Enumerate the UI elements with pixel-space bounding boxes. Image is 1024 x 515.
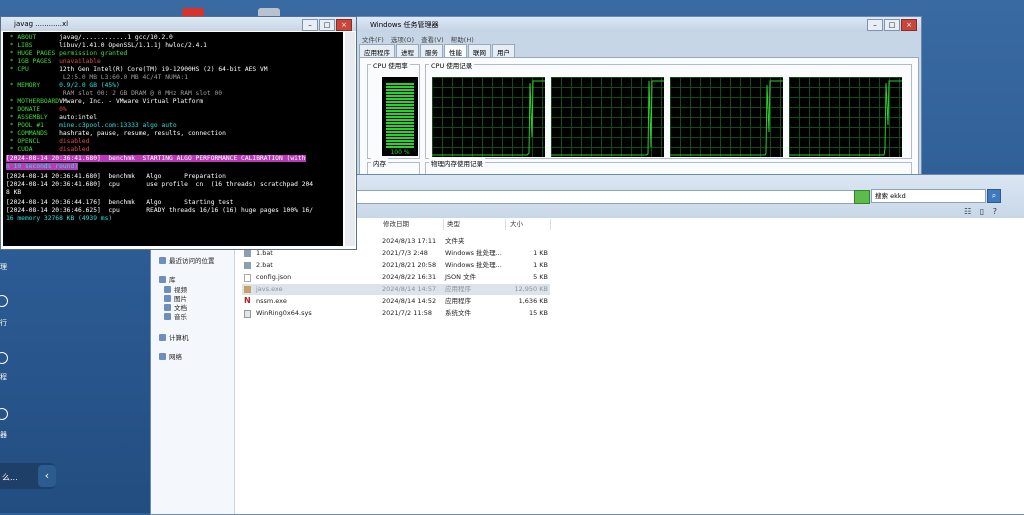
file-row[interactable]: WinRing0x64.sys 2021/7/2 11:58 系统文件 15 KB xyxy=(242,308,550,319)
nssm-icon: N xyxy=(244,296,251,305)
cpu-history-graph xyxy=(670,77,783,157)
file-row[interactable]: N nssm.exe 2024/8/14 14:52 应用程序 1,636 KB xyxy=(242,296,550,307)
task-manager-menu: 文件(F) 选项(O) 查看(V) 帮助(H) xyxy=(362,34,479,44)
menu-item-options[interactable]: 选项(O) xyxy=(391,36,414,44)
terminal-output[interactable]: * ABOUT javag/............1 gcc/10.2.0 *… xyxy=(3,32,343,246)
computer-icon xyxy=(159,334,166,341)
cpu-usage-group: CPU 使用率 100 % xyxy=(367,60,420,159)
batch-file-icon xyxy=(244,262,251,269)
side-circle-icon xyxy=(0,352,8,364)
task-manager-title: Windows 任务管理器 xyxy=(370,21,439,29)
menu-item-help[interactable]: 帮助(H) xyxy=(451,36,474,44)
terminal-title: javag ............xl xyxy=(14,20,69,28)
file-row[interactable]: config.json 2024/8/22 16:31 JSON 文件 5 KB xyxy=(242,272,550,283)
file-row[interactable]: 2.bat 2021/8/21 20:58 Windows 批处理... 1 KB xyxy=(242,260,550,271)
search-input[interactable]: 搜索 ekkd xyxy=(871,189,986,203)
network-icon xyxy=(159,353,166,360)
navigation-pane: 最近访问的位置 库 视频 图片 文档 音乐 计算机 网络 xyxy=(151,218,235,514)
nav-item-computer[interactable]: 计算机 xyxy=(159,332,189,342)
chevron-left-icon: ‹ xyxy=(38,465,56,487)
cpu-history-graph xyxy=(551,77,664,157)
view-tools: ☷ ▯ ? xyxy=(958,207,997,216)
terminal-scrollbar[interactable] xyxy=(345,32,355,246)
close-button[interactable]: × xyxy=(336,19,352,31)
column-header-type[interactable]: 类型 xyxy=(444,219,506,230)
library-icon xyxy=(159,276,166,283)
nav-item-music[interactable]: 音乐 xyxy=(164,311,187,321)
nav-item-libraries[interactable]: 库 xyxy=(159,274,176,284)
terminal-window: javag ............xl – □ × * ABOUT javag/.… xyxy=(0,16,357,250)
cpu-usage-label: CPU 使用率 xyxy=(371,60,410,70)
cpu-history-graph xyxy=(789,77,902,157)
side-label: 理 xyxy=(0,263,7,271)
system-file-icon xyxy=(244,310,251,318)
memory-label: 内存 xyxy=(371,158,388,168)
cpu-history-group: CPU 使用记录 xyxy=(425,60,912,159)
close-button[interactable]: × xyxy=(901,19,917,31)
cpu-usage-meter: 100 % xyxy=(382,77,418,156)
json-file-icon xyxy=(244,274,251,282)
video-icon xyxy=(164,286,171,293)
menu-item-file[interactable]: 文件(F) xyxy=(362,36,384,44)
minimize-button[interactable]: – xyxy=(867,19,883,31)
cpu-usage-fill xyxy=(386,82,414,148)
help-icon[interactable]: ? xyxy=(993,207,997,216)
picture-icon xyxy=(164,295,171,302)
preview-pane-icon[interactable]: ▯ xyxy=(980,207,984,216)
go-button[interactable] xyxy=(854,190,870,204)
document-icon xyxy=(164,304,171,311)
memory-history-label: 物理内存使用记录 xyxy=(429,158,485,168)
terminal-titlebar[interactable]: javag ............xl – □ × xyxy=(1,17,356,31)
cpu-usage-percent: 100 % xyxy=(390,149,410,156)
search-icon[interactable]: ⌕ xyxy=(987,189,1001,203)
performance-panel: CPU 使用率 100 % CPU 使用记录 内存 物理内存使用记录 xyxy=(359,57,919,178)
task-manager-titlebar[interactable]: Windows 任务管理器 – □ × xyxy=(356,17,921,32)
cpu-history-label: CPU 使用记录 xyxy=(429,60,475,70)
side-circle-icon xyxy=(0,295,8,307)
side-circle-icon xyxy=(0,408,8,420)
side-label: 行 xyxy=(0,319,7,327)
file-row-selected[interactable]: javs.exe 2024/8/14 14:57 应用程序 12,950 KB xyxy=(242,284,550,295)
sidebar-collapse-button[interactable]: 么... ‹ xyxy=(0,463,56,489)
cpu-history-graph xyxy=(432,77,545,157)
address-bar[interactable] xyxy=(356,190,863,204)
maximize-button[interactable]: □ xyxy=(884,19,900,31)
batch-file-icon xyxy=(244,250,251,257)
side-label: 程 xyxy=(0,373,7,381)
maximize-button[interactable]: □ xyxy=(319,19,335,31)
nav-item-recent[interactable]: 最近访问的位置 xyxy=(159,255,215,265)
column-header-date[interactable]: 修改日期 xyxy=(380,219,444,230)
nav-item-network[interactable]: 网络 xyxy=(159,351,182,361)
music-icon xyxy=(164,313,171,320)
view-options-icon[interactable]: ☷ xyxy=(964,207,971,216)
app-file-icon xyxy=(244,286,251,293)
menu-item-view[interactable]: 查看(V) xyxy=(421,36,444,44)
minimize-button[interactable]: – xyxy=(302,19,318,31)
recent-places-icon xyxy=(159,257,166,264)
side-label: 器 xyxy=(0,431,7,439)
task-manager-window: Windows 任务管理器 – □ × 文件(F) 选项(O) 查看(V) 帮助(H… xyxy=(355,16,922,178)
collapse-text: 么... xyxy=(2,473,18,482)
column-header-size[interactable]: 大小 xyxy=(507,219,551,230)
